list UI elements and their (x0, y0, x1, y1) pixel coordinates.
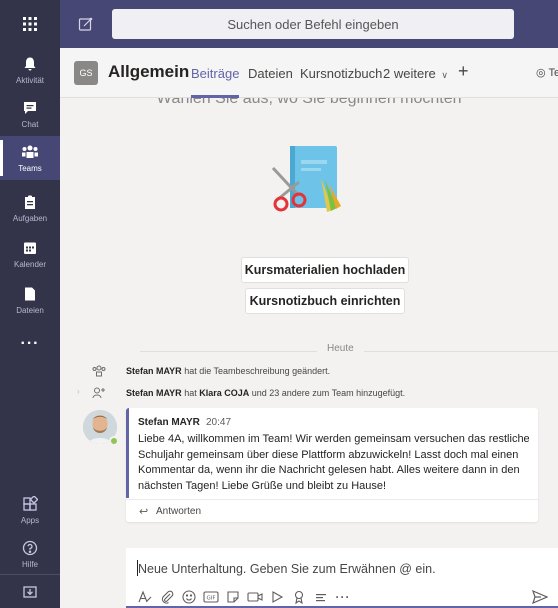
add-member-icon (90, 384, 108, 402)
rail-item-download[interactable] (0, 575, 60, 608)
reply-label: Antworten (156, 506, 202, 517)
rail-item-label: Apps (20, 516, 40, 525)
message-card[interactable]: Stefan MAYR 20:47 Liebe 4A, willkommen i… (126, 408, 538, 522)
reply-icon: ↩ (139, 506, 149, 518)
notebook-illustration (271, 146, 341, 212)
message-accent-bar (126, 408, 129, 498)
rail-item-label: Kalender (13, 260, 47, 269)
rail-item-files[interactable]: Dateien (0, 278, 60, 322)
format-icon[interactable] (134, 586, 156, 608)
rail-item-apps[interactable]: Apps (0, 488, 60, 532)
rail-item-label: Chat (21, 120, 39, 129)
add-tab-icon[interactable]: + (458, 61, 469, 82)
compose-toolbar: GIF ··· (126, 586, 558, 608)
sticker-icon[interactable] (222, 586, 244, 608)
team-button-label: Te (548, 67, 558, 79)
message-author: Stefan MAYR (138, 417, 200, 428)
compose-placeholder: Neue Unterhaltung. Geben Sie zum Erwähne… (138, 562, 436, 576)
tab-dateien[interactable]: Dateien (248, 66, 293, 81)
emoji-icon[interactable] (178, 586, 200, 608)
meet-now-icon[interactable] (244, 586, 266, 608)
assignments-icon (21, 193, 39, 211)
new-chat-icon[interactable] (72, 10, 100, 38)
date-label: Heute (317, 343, 364, 354)
rail-item-help[interactable]: Hilfe (0, 532, 60, 576)
download-icon (21, 583, 39, 601)
send-icon[interactable] (530, 588, 550, 606)
presence-indicator (109, 436, 119, 446)
reply-button[interactable]: ↩ Antworten (126, 499, 538, 522)
tab-more-label: 2 weitere (383, 66, 436, 81)
more-options-icon[interactable]: ··· (332, 586, 354, 608)
eye-icon: ◎ (536, 67, 546, 79)
rail-item-more[interactable]: ··· (0, 324, 60, 364)
top-bar: Suchen oder Befehl eingeben (0, 0, 558, 48)
rail-item-label: Hilfe (21, 560, 38, 569)
tab-kursnotizbuch[interactable]: Kursnotizbuch (300, 66, 382, 81)
teams-icon (21, 143, 39, 161)
stream-icon[interactable] (266, 586, 288, 608)
rail-item-activity[interactable]: Aktivität (0, 48, 60, 92)
bell-icon (21, 55, 39, 73)
apps-extension-icon[interactable] (310, 586, 332, 608)
rail-item-chat[interactable]: Chat (0, 92, 60, 136)
channel-header: GS Allgemein Beiträge Dateien Kursnotizb… (60, 48, 558, 98)
event-text: Stefan MAYR hat Klara COJA und 23 andere… (126, 388, 406, 398)
rail-item-label: Aufgaben (12, 214, 48, 223)
event-row: Stefan MAYR hat die Teambeschreibung geä… (60, 362, 558, 380)
chat-icon (21, 99, 39, 117)
upload-materials-button[interactable]: Kursmaterialien hochladen (241, 257, 409, 283)
rail-item-label: Aktivität (15, 76, 44, 85)
rail-item-label: Teams (18, 164, 42, 173)
attach-icon[interactable] (156, 586, 178, 608)
search-input[interactable]: Suchen oder Befehl eingeben (112, 9, 514, 39)
rail-item-assignments[interactable]: Aufgaben (0, 186, 60, 230)
tab-beitraege[interactable]: Beiträge (191, 66, 240, 98)
files-icon (21, 285, 39, 303)
gif-icon[interactable]: GIF (200, 586, 222, 608)
rail-item-teams[interactable]: Teams (0, 136, 60, 180)
team-button[interactable]: ◎ Te (536, 66, 558, 79)
app-rail: Aktivität Chat Teams Aufgaben Kalender D… (0, 48, 60, 608)
help-icon (21, 539, 39, 557)
svg-text:GIF: GIF (206, 596, 215, 602)
rail-item-calendar[interactable]: Kalender (0, 232, 60, 276)
setup-notebook-button[interactable]: Kursnotizbuch einrichten (245, 288, 405, 314)
app-launcher-icon[interactable] (0, 0, 60, 48)
welcome-heading: Wählen Sie aus, wo Sie beginnen möchten (156, 98, 462, 107)
praise-icon[interactable] (288, 586, 310, 608)
event-text: Stefan MAYR hat die Teambeschreibung geä… (126, 366, 331, 376)
more-apps-icon: ··· (20, 335, 40, 352)
apps-icon (21, 495, 39, 513)
chevron-right-icon: › (77, 387, 80, 396)
tab-more[interactable]: 2 weitere ∨ (383, 66, 448, 81)
team-avatar[interactable]: GS (74, 61, 98, 85)
team-edit-icon (90, 362, 108, 380)
message-body: Liebe 4A, willkommen im Team! Wir werden… (138, 433, 530, 492)
rail-item-label: Dateien (16, 306, 44, 315)
channel-name: Allgemein (108, 62, 190, 81)
event-row: › Stefan MAYR hat Klara COJA und 23 ande… (60, 384, 558, 402)
calendar-icon (21, 239, 39, 257)
message-time: 20:47 (206, 417, 232, 428)
chevron-down-icon: ∨ (441, 70, 448, 80)
channel-content: Wählen Sie aus, wo Sie beginnen möchten … (60, 98, 558, 608)
